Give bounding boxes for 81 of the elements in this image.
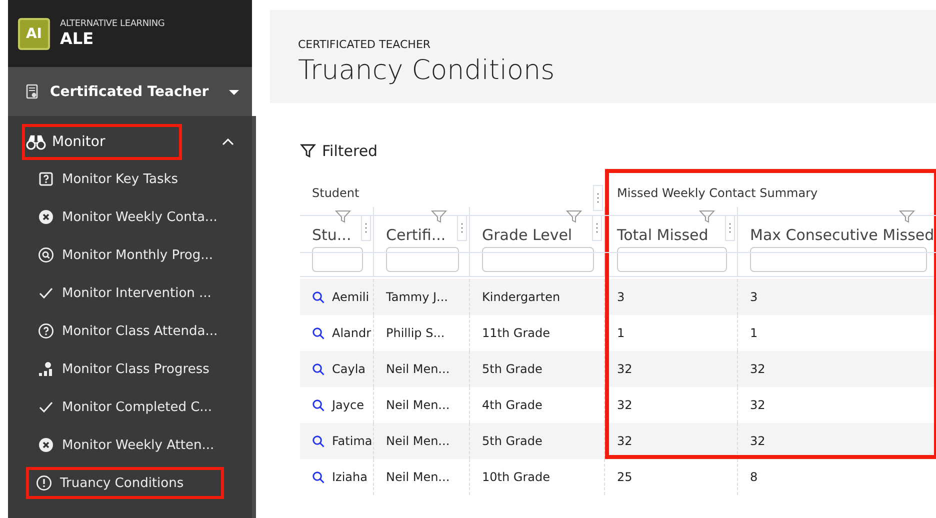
column-filter-field[interactable] [312, 247, 363, 272]
table-cell: 32 [617, 398, 632, 412]
column-filter-field[interactable] [482, 247, 594, 272]
column-menu-icon[interactable] [593, 185, 603, 211]
table-cell: 32 [617, 434, 632, 448]
column-menu-icon[interactable] [361, 215, 371, 241]
table-cell: 5th Grade [482, 362, 542, 376]
binoculars-icon [26, 134, 46, 150]
table-cell: 32 [750, 398, 766, 412]
column-menu-icon[interactable] [457, 215, 467, 241]
column-header[interactable]: Certifi... [386, 226, 446, 244]
table-cell: Neil Men... [386, 434, 450, 448]
x-circle-icon [38, 209, 54, 225]
table-cell: 8 [750, 470, 758, 484]
search-icon[interactable] [312, 326, 325, 340]
filter-status[interactable]: Filtered [322, 142, 378, 160]
page-eyebrow: CERTIFICATED TEACHER [298, 38, 432, 51]
nav-item[interactable]: Truancy Conditions [26, 467, 224, 499]
app-name: ALE [60, 29, 95, 48]
search-icon[interactable] [312, 362, 325, 376]
nav-item[interactable]: Monitor Weekly Conta... [28, 201, 228, 233]
column-filter-field[interactable] [750, 247, 927, 272]
table-cell: 11th Grade [482, 326, 550, 340]
nav-item[interactable]: Monitor Completed C... [28, 391, 228, 423]
nav-item[interactable]: Monitor Class Progress [28, 353, 228, 385]
search-icon[interactable] [312, 290, 325, 304]
page-title: Truancy Conditions [298, 55, 556, 86]
table-cell: 1 [750, 326, 758, 340]
table-cell: 32 [750, 362, 766, 376]
table-cell: 10th Grade [482, 470, 550, 484]
column-header[interactable]: Grade Level [482, 226, 572, 244]
checkmark-icon [38, 285, 54, 301]
filter-icon[interactable] [300, 143, 316, 159]
column-menu-icon[interactable] [725, 215, 735, 241]
table-cell: Jayce [332, 398, 364, 412]
search-icon[interactable] [312, 398, 325, 412]
table-cell: Tammy J... [386, 290, 448, 304]
column-filter-field[interactable] [386, 247, 459, 272]
table-cell: Iziaha [332, 470, 368, 484]
nav-item[interactable]: Monitor Intervention ... [28, 277, 228, 309]
nav-item[interactable]: Monitor Weekly Atten... [28, 429, 228, 461]
bar-chart-icon [38, 361, 54, 377]
table-cell: Phillip S... [386, 326, 445, 340]
search-icon[interactable] [312, 470, 325, 484]
nav-item[interactable]: Monitor Key Tasks [28, 163, 228, 195]
table-cell: Neil Men... [386, 398, 450, 412]
table-cell: 3 [750, 290, 758, 304]
table-cell: Alandr [332, 326, 372, 340]
table-cell: Neil Men... [386, 470, 450, 484]
nav-group-item[interactable]: Monitor [22, 124, 182, 160]
table-cell: Kindergarten [482, 290, 560, 304]
table-cell: Cayla [332, 362, 366, 376]
table-cell: 4th Grade [482, 398, 542, 412]
column-filter-field[interactable] [617, 247, 727, 272]
column-group-header: Missed Weekly Contact Summary [617, 186, 818, 200]
question-square-icon [38, 171, 54, 187]
magnifier-circle-icon [38, 247, 54, 263]
certificate-document-icon [24, 84, 40, 100]
column-header[interactable]: Total Missed [617, 226, 708, 244]
table-cell: 1 [617, 326, 625, 340]
nav-item[interactable]: Monitor Monthly Prog... [28, 239, 228, 271]
app-subtitle: ALTERNATIVE LEARNING [60, 19, 165, 29]
checkmark-icon [38, 399, 54, 415]
table-cell: 25 [617, 470, 632, 484]
column-header[interactable]: Stu... [312, 226, 352, 244]
table-cell: 5th Grade [482, 434, 542, 448]
column-menu-icon[interactable] [592, 215, 602, 241]
column-header[interactable]: Max Consecutive Missed [750, 226, 934, 244]
question-circle-icon [38, 323, 54, 339]
nav-item[interactable]: Monitor Class Attenda... [28, 315, 228, 347]
app-logo: AI [18, 18, 50, 50]
exclamation-circle-icon [36, 475, 52, 491]
table-cell: 32 [750, 434, 766, 448]
search-icon[interactable] [312, 434, 325, 448]
column-group-header: Student [312, 186, 360, 200]
x-circle-icon [38, 437, 54, 453]
table-cell: 32 [617, 362, 632, 376]
table-cell: Aemili [332, 290, 370, 304]
table-cell: Neil Men... [386, 362, 450, 376]
table-cell: Fatima [332, 434, 372, 448]
table-cell: 3 [617, 290, 625, 304]
